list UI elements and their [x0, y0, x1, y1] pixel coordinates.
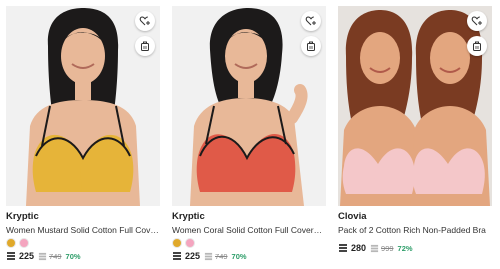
product-price: 225 — [19, 251, 35, 261]
color-swatches — [6, 238, 29, 248]
model-photo — [172, 6, 326, 206]
product-discount: 70% — [231, 251, 247, 261]
heart-plus-icon — [305, 16, 316, 26]
product-mrp: 749 — [49, 251, 62, 261]
product-card[interactable]: Kryptic Women Mustard Solid Cotton Full … — [6, 6, 160, 266]
product-card[interactable]: Kryptic Women Coral Solid Cotton Full Co… — [172, 6, 326, 266]
product-image[interactable] — [338, 6, 492, 206]
model-photo — [6, 6, 160, 206]
heart-plus-icon — [139, 16, 150, 26]
model-photo — [338, 6, 492, 206]
cart-bag-icon — [307, 41, 315, 51]
price-row: 225 749 70% — [6, 251, 81, 261]
swatch-pink[interactable] — [19, 238, 29, 248]
cart-bag-icon — [141, 41, 149, 51]
wishlist-button[interactable] — [135, 11, 155, 31]
stack-icon — [339, 244, 347, 252]
swatch-mustard[interactable] — [6, 238, 16, 248]
cart-bag-icon — [473, 41, 481, 51]
product-mrp: 999 — [381, 243, 394, 253]
wishlist-button[interactable] — [467, 11, 487, 31]
product-brand[interactable]: Kryptic — [6, 211, 39, 222]
product-price: 280 — [351, 243, 367, 253]
product-title[interactable]: Women Coral Solid Cotton Full Coverage B… — [172, 225, 326, 235]
product-image[interactable] — [172, 6, 326, 206]
price-row: 280 999 72% — [338, 243, 413, 253]
stack-icon — [204, 252, 213, 260]
heart-plus-icon — [471, 16, 482, 26]
product-title[interactable]: Women Mustard Solid Cotton Full Coverage… — [6, 225, 160, 235]
price-row: 225 749 70% — [172, 251, 247, 261]
swatch-pink[interactable] — [185, 238, 195, 248]
product-image[interactable] — [6, 6, 160, 206]
stack-icon — [370, 244, 379, 252]
swatch-mustard[interactable] — [172, 238, 182, 248]
product-grid: Kryptic Women Mustard Solid Cotton Full … — [0, 0, 500, 269]
wishlist-button[interactable] — [301, 11, 321, 31]
product-brand[interactable]: Clovia — [338, 211, 367, 222]
stack-icon — [38, 252, 47, 260]
add-to-cart-button[interactable] — [301, 36, 321, 56]
stack-icon — [7, 252, 15, 260]
product-discount: 72% — [397, 243, 413, 253]
product-brand[interactable]: Kryptic — [172, 211, 205, 222]
product-mrp: 749 — [215, 251, 228, 261]
add-to-cart-button[interactable] — [135, 36, 155, 56]
add-to-cart-button[interactable] — [467, 36, 487, 56]
product-card[interactable]: Clovia Pack of 2 Cotton Rich Non-Padded … — [338, 6, 492, 266]
product-discount: 70% — [65, 251, 81, 261]
product-price: 225 — [185, 251, 201, 261]
stack-icon — [173, 252, 181, 260]
color-swatches — [172, 238, 195, 248]
product-title[interactable]: Pack of 2 Cotton Rich Non-Padded Bra — [338, 225, 492, 235]
